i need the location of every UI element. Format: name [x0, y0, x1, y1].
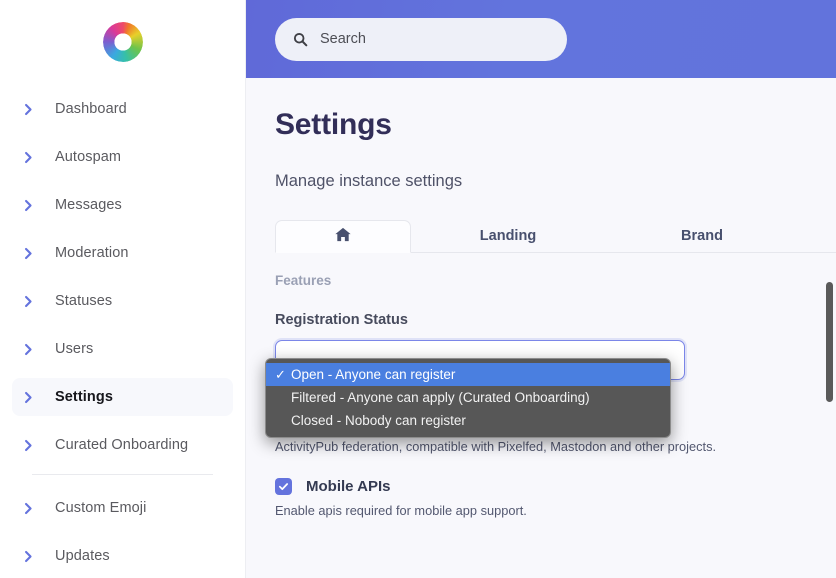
dropdown-option-label: Closed - Nobody can register	[291, 413, 466, 428]
checkmark-icon: ✓	[275, 366, 286, 382]
settings-tabs: Landing Brand	[275, 219, 836, 253]
features-section-label: Features	[275, 273, 332, 288]
feature-mobile-apis: Mobile APIs Enable apis required for mob…	[275, 478, 836, 518]
chevron-right-icon	[22, 199, 44, 212]
page-subtitle: Manage instance settings	[275, 172, 463, 190]
sidebar-item-label: Moderation	[55, 245, 129, 261]
search-placeholder-text: Search	[320, 31, 366, 47]
tab-landing[interactable]: Landing	[411, 219, 605, 252]
sidebar-nav: Dashboard Autospam Messages Moderation S…	[0, 84, 245, 575]
mobile-apis-description: Enable apis required for mobile app supp…	[275, 503, 527, 518]
tab-brand[interactable]: Brand	[605, 219, 799, 252]
sidebar-item-label: Autospam	[55, 149, 122, 165]
chevron-right-icon	[22, 103, 44, 116]
sidebar-item-moderation[interactable]: Moderation	[12, 234, 233, 272]
sidebar-item-dashboard[interactable]: Dashboard	[12, 90, 233, 128]
chevron-right-icon	[22, 391, 44, 404]
dropdown-option-label: Open - Anyone can register	[291, 367, 456, 382]
registration-status-label: Registration Status	[275, 312, 408, 328]
sidebar-item-label: Messages	[55, 197, 122, 213]
sidebar-item-label: Users	[55, 341, 94, 357]
dropdown-option-open[interactable]: ✓ Open - Anyone can register	[266, 363, 670, 386]
sidebar-item-autospam[interactable]: Autospam	[12, 138, 233, 176]
sidebar: Dashboard Autospam Messages Moderation S…	[0, 0, 246, 578]
mobile-apis-label: Mobile APIs	[306, 478, 391, 495]
sidebar-item-label: Updates	[55, 548, 110, 564]
chevron-right-icon	[22, 247, 44, 260]
sidebar-item-label: Curated Onboarding	[55, 437, 189, 453]
logo-container[interactable]	[0, 0, 245, 84]
sidebar-item-settings[interactable]: Settings	[12, 378, 233, 416]
sidebar-item-label: Statuses	[55, 293, 113, 309]
vertical-scrollbar[interactable]	[826, 282, 833, 402]
app-root: Dashboard Autospam Messages Moderation S…	[0, 0, 836, 578]
sidebar-item-curated-onboarding[interactable]: Curated Onboarding	[12, 426, 233, 464]
chevron-right-icon	[22, 295, 44, 308]
logo-play-triangle	[118, 35, 127, 49]
sidebar-item-messages[interactable]: Messages	[12, 186, 233, 224]
sidebar-divider	[32, 474, 213, 475]
sidebar-item-label: Custom Emoji	[55, 500, 147, 516]
sidebar-item-updates[interactable]: Updates	[12, 537, 233, 575]
sidebar-item-label: Settings	[55, 389, 113, 405]
chevron-right-icon	[22, 502, 44, 515]
mobile-apis-checkbox[interactable]	[275, 478, 292, 495]
sidebar-item-users[interactable]: Users	[12, 330, 233, 368]
page-title: Settings	[275, 108, 392, 141]
sidebar-item-statuses[interactable]: Statuses	[12, 282, 233, 320]
search-input[interactable]: Search	[275, 17, 567, 61]
activitypub-description: ActivityPub federation, compatible with …	[275, 439, 717, 454]
home-icon	[335, 227, 351, 246]
registration-status-dropdown[interactable]: ✓ Open - Anyone can register Filtered - …	[265, 358, 671, 438]
chevron-right-icon	[22, 550, 44, 563]
settings-content: Settings Manage instance settings Landin…	[246, 78, 836, 518]
chevron-right-icon	[22, 151, 44, 164]
top-bar: Search	[246, 0, 836, 78]
dropdown-option-label: Filtered - Anyone can apply (Curated Onb…	[291, 390, 590, 405]
sidebar-item-custom-emoji[interactable]: Custom Emoji	[12, 489, 233, 527]
search-icon	[293, 32, 308, 47]
chevron-right-icon	[22, 439, 44, 452]
dropdown-option-closed[interactable]: Closed - Nobody can register	[266, 409, 670, 432]
chevron-right-icon	[22, 343, 44, 356]
pixelfed-logo-icon	[102, 22, 143, 62]
tab-home[interactable]	[275, 220, 411, 253]
sidebar-item-label: Dashboard	[55, 101, 127, 117]
main-panel: Search Settings Manage instance settings…	[246, 0, 836, 578]
mobile-apis-row: Mobile APIs	[275, 478, 836, 495]
dropdown-option-filtered[interactable]: Filtered - Anyone can apply (Curated Onb…	[266, 386, 670, 409]
